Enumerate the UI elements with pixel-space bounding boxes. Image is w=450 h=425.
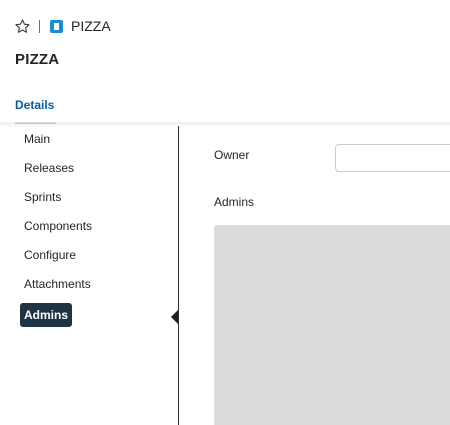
tab-bar-shadow xyxy=(0,122,450,128)
breadcrumb-project-label[interactable]: PIZZA xyxy=(71,18,111,34)
nav-item-main[interactable]: Main xyxy=(20,129,54,149)
breadcrumb-divider xyxy=(39,19,40,33)
nav-item-components[interactable]: Components xyxy=(20,216,96,236)
nav-item-configure[interactable]: Configure xyxy=(20,245,80,265)
breadcrumb: PIZZA xyxy=(14,15,111,37)
admins-panel[interactable] xyxy=(214,225,450,425)
project-icon xyxy=(50,19,63,33)
page-title: PIZZA xyxy=(15,51,60,68)
nav-divider xyxy=(178,126,179,425)
nav-item-sprints[interactable]: Sprints xyxy=(20,187,65,207)
active-nav-pointer-icon xyxy=(171,310,178,324)
admins-label: Admins xyxy=(214,195,255,209)
nav-item-attachments[interactable]: Attachments xyxy=(20,274,95,294)
favorite-star-icon[interactable] xyxy=(14,18,31,35)
tab-details[interactable]: Details xyxy=(15,98,57,124)
owner-input[interactable] xyxy=(335,144,450,172)
nav-item-releases[interactable]: Releases xyxy=(20,158,78,178)
settings-nav: Main Releases Sprints Components Configu… xyxy=(20,129,160,336)
nav-item-admins[interactable]: Admins xyxy=(20,303,73,327)
owner-label: Owner xyxy=(214,148,250,162)
